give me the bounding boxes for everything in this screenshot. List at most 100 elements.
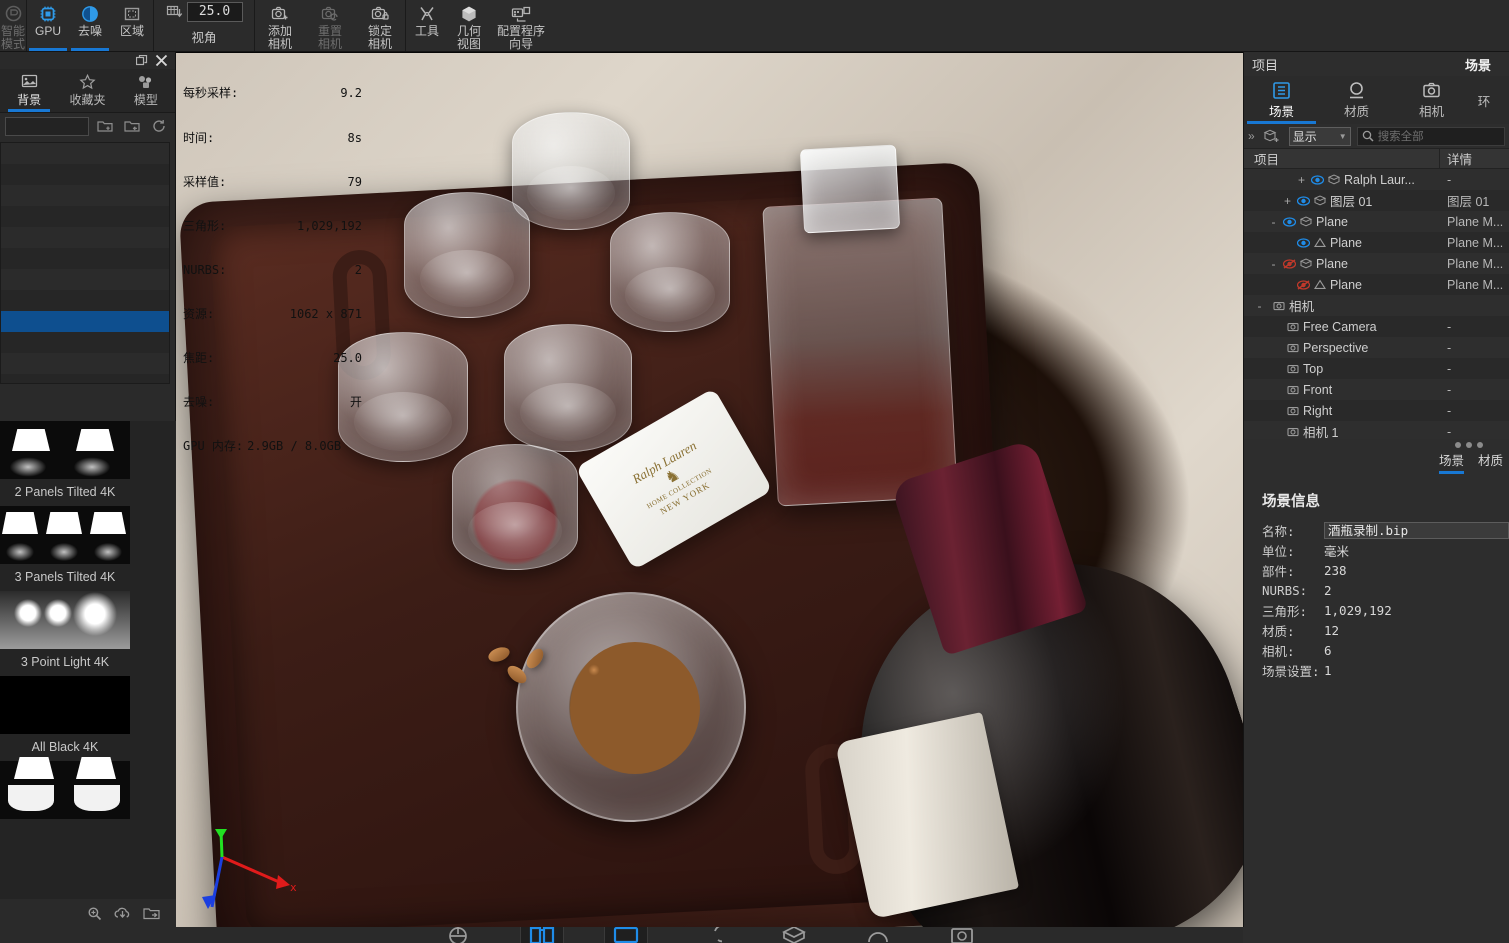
thumb-all-black-4k[interactable]: All Black 4K xyxy=(0,676,165,761)
region-button[interactable]: 区域 xyxy=(111,0,153,51)
cloud-download-icon[interactable] xyxy=(114,906,131,921)
tab-scene[interactable]: 场景 xyxy=(1244,76,1319,124)
folder-share-icon[interactable] xyxy=(143,906,160,921)
folder-open-icon[interactable] xyxy=(121,117,143,135)
tools-button[interactable]: 工具 xyxy=(406,0,448,51)
lock-camera-button[interactable]: 锁定 相机 xyxy=(355,0,405,51)
visibility-toggle-icon[interactable] xyxy=(1283,216,1296,227)
geometry-view-button[interactable]: 几何 视图 xyxy=(448,0,490,51)
tree-row[interactable]: Right - xyxy=(1244,400,1509,421)
tab-environments[interactable]: 环 xyxy=(1469,76,1499,124)
tree-row[interactable]: + Ralph Laur... - xyxy=(1244,169,1509,190)
view-angle-input[interactable]: 25.0 xyxy=(186,2,243,22)
smart-mode-button[interactable]: 智能 模式 xyxy=(0,0,26,51)
library-list-row[interactable] xyxy=(1,248,169,269)
scene-name-input[interactable]: 酒瓶录制.bip xyxy=(1324,521,1509,539)
tree-row[interactable]: Plane Plane M... xyxy=(1244,274,1509,295)
axis-gizmo[interactable]: x xyxy=(190,829,300,915)
thumb-2-panels-tilted-4k[interactable]: 2 Panels Tilted 4K xyxy=(0,421,165,506)
half-sphere-icon[interactable] xyxy=(856,927,900,943)
library-list-row[interactable] xyxy=(1,353,169,374)
tree-row[interactable]: Plane Plane M... xyxy=(1244,232,1509,253)
tab-cameras[interactable]: 相机 xyxy=(1394,76,1469,124)
monitor-icon[interactable] xyxy=(603,927,648,943)
camera-snapshot-icon[interactable] xyxy=(940,927,984,943)
scene-info-row: 部件: 238 xyxy=(1262,560,1509,580)
tab-favorites[interactable]: 收藏夹 xyxy=(58,69,116,112)
camera-icon xyxy=(1422,81,1441,101)
config-wizard-button[interactable]: 配置程序 向导 xyxy=(490,0,552,51)
library-list-row[interactable] xyxy=(1,185,169,206)
tree-row[interactable]: - Plane Plane M... xyxy=(1244,253,1509,274)
tab-background[interactable]: 背景 xyxy=(0,69,58,112)
library-list-row[interactable] xyxy=(1,164,169,185)
library-list-row[interactable] xyxy=(1,227,169,248)
thumb-3-panels-tilted-4k[interactable]: 3 Panels Tilted 4K xyxy=(0,506,165,591)
subtab-scene[interactable]: 场景 xyxy=(1438,450,1464,474)
info-value: 12 xyxy=(1324,622,1340,638)
chevron-right-double-icon[interactable]: » xyxy=(1248,129,1255,143)
reset-camera-button[interactable]: 重置 相机 xyxy=(305,0,355,51)
tree-row[interactable]: Front - xyxy=(1244,379,1509,400)
library-search-input[interactable] xyxy=(5,116,89,136)
tree-search-input[interactable]: 搜索全部 xyxy=(1356,126,1505,146)
thumb-partial-preset[interactable] xyxy=(0,757,165,819)
tree-row-label: Right xyxy=(1303,403,1333,418)
target-icon[interactable] xyxy=(436,927,480,943)
environment-thumbnails[interactable]: 2 Panels Tilted 4K 3 Panels Tilted 4K 3 … xyxy=(0,421,176,899)
tree-expander[interactable]: - xyxy=(1268,215,1279,229)
close-icon[interactable] xyxy=(155,54,168,67)
stat-key: 去噪: xyxy=(183,395,215,410)
library-list-row[interactable] xyxy=(1,269,169,290)
subtab-materials[interactable]: 材质 xyxy=(1478,450,1503,472)
visibility-toggle-icon[interactable] xyxy=(1283,258,1296,269)
folder-add-icon[interactable] xyxy=(94,117,116,135)
panel-drag-dots[interactable] xyxy=(1244,439,1509,450)
smart-mode-icon xyxy=(5,4,22,23)
tree-expander[interactable]: - xyxy=(1254,299,1265,313)
tree-row[interactable]: - 相机 xyxy=(1244,295,1509,316)
visibility-toggle-icon[interactable] xyxy=(1297,195,1310,206)
gpu-button[interactable]: GPU xyxy=(27,0,69,51)
visibility-toggle-icon[interactable] xyxy=(1297,237,1310,248)
visibility-toggle-icon[interactable] xyxy=(1311,174,1324,185)
denoise-button[interactable]: 去噪 xyxy=(69,0,111,51)
scene-tree[interactable]: + Ralph Laur... - + 图层 01 图层 01- Plane Plane M.… xyxy=(1244,169,1509,439)
tab-models[interactable]: 模型 xyxy=(117,69,175,112)
tree-row[interactable]: Perspective - xyxy=(1244,337,1509,358)
library-list-row[interactable] xyxy=(1,143,169,164)
add-node-icon[interactable] xyxy=(1261,127,1283,145)
tree-row[interactable]: 相机 1 - xyxy=(1244,421,1509,439)
cube-icon[interactable] xyxy=(772,927,816,943)
zoom-icon[interactable] xyxy=(87,906,102,921)
tree-row-detail: Plane M... xyxy=(1447,256,1504,271)
tree-expander[interactable]: - xyxy=(1268,257,1279,271)
stat-key: NURBS: xyxy=(183,262,227,277)
library-list-row[interactable] xyxy=(1,332,169,353)
info-key: 名称: xyxy=(1262,523,1295,539)
refresh-icon[interactable] xyxy=(148,117,170,135)
library-list-row[interactable] xyxy=(1,290,169,311)
undo-icon[interactable] xyxy=(688,927,732,943)
restore-icon[interactable] xyxy=(136,54,148,67)
library-list[interactable] xyxy=(0,142,170,384)
visibility-toggle-icon[interactable] xyxy=(1297,279,1310,290)
crystal-decanter xyxy=(762,197,958,507)
library-icon[interactable] xyxy=(519,927,564,943)
tree-expander[interactable]: + xyxy=(1282,194,1293,208)
stat-row: NURBS: 2 xyxy=(180,263,366,278)
library-list-row[interactable] xyxy=(1,311,169,332)
stat-row: 每秒采样: 9.2 xyxy=(180,86,366,101)
thumb-3-point-light-4k[interactable]: 3 Point Light 4K xyxy=(0,591,165,676)
tree-row[interactable]: - Plane Plane M... xyxy=(1244,211,1509,232)
tab-materials[interactable]: 材质 xyxy=(1319,76,1394,124)
add-camera-button[interactable]: 添加 相机 xyxy=(255,0,305,51)
tree-row[interactable]: Free Camera - xyxy=(1244,316,1509,337)
render-viewport[interactable]: Ralph Lauren ♞ HOME COLLECTION NEW YORK … xyxy=(176,52,1243,927)
tree-row[interactable]: + 图层 01 图层 01 xyxy=(1244,190,1509,211)
tab-cameras-label: 相机 xyxy=(1418,104,1444,119)
display-dropdown[interactable]: 显示 ▼ xyxy=(1288,126,1351,146)
tree-row[interactable]: Top - xyxy=(1244,358,1509,379)
library-list-row[interactable] xyxy=(1,206,169,227)
tree-expander[interactable]: + xyxy=(1296,173,1307,187)
